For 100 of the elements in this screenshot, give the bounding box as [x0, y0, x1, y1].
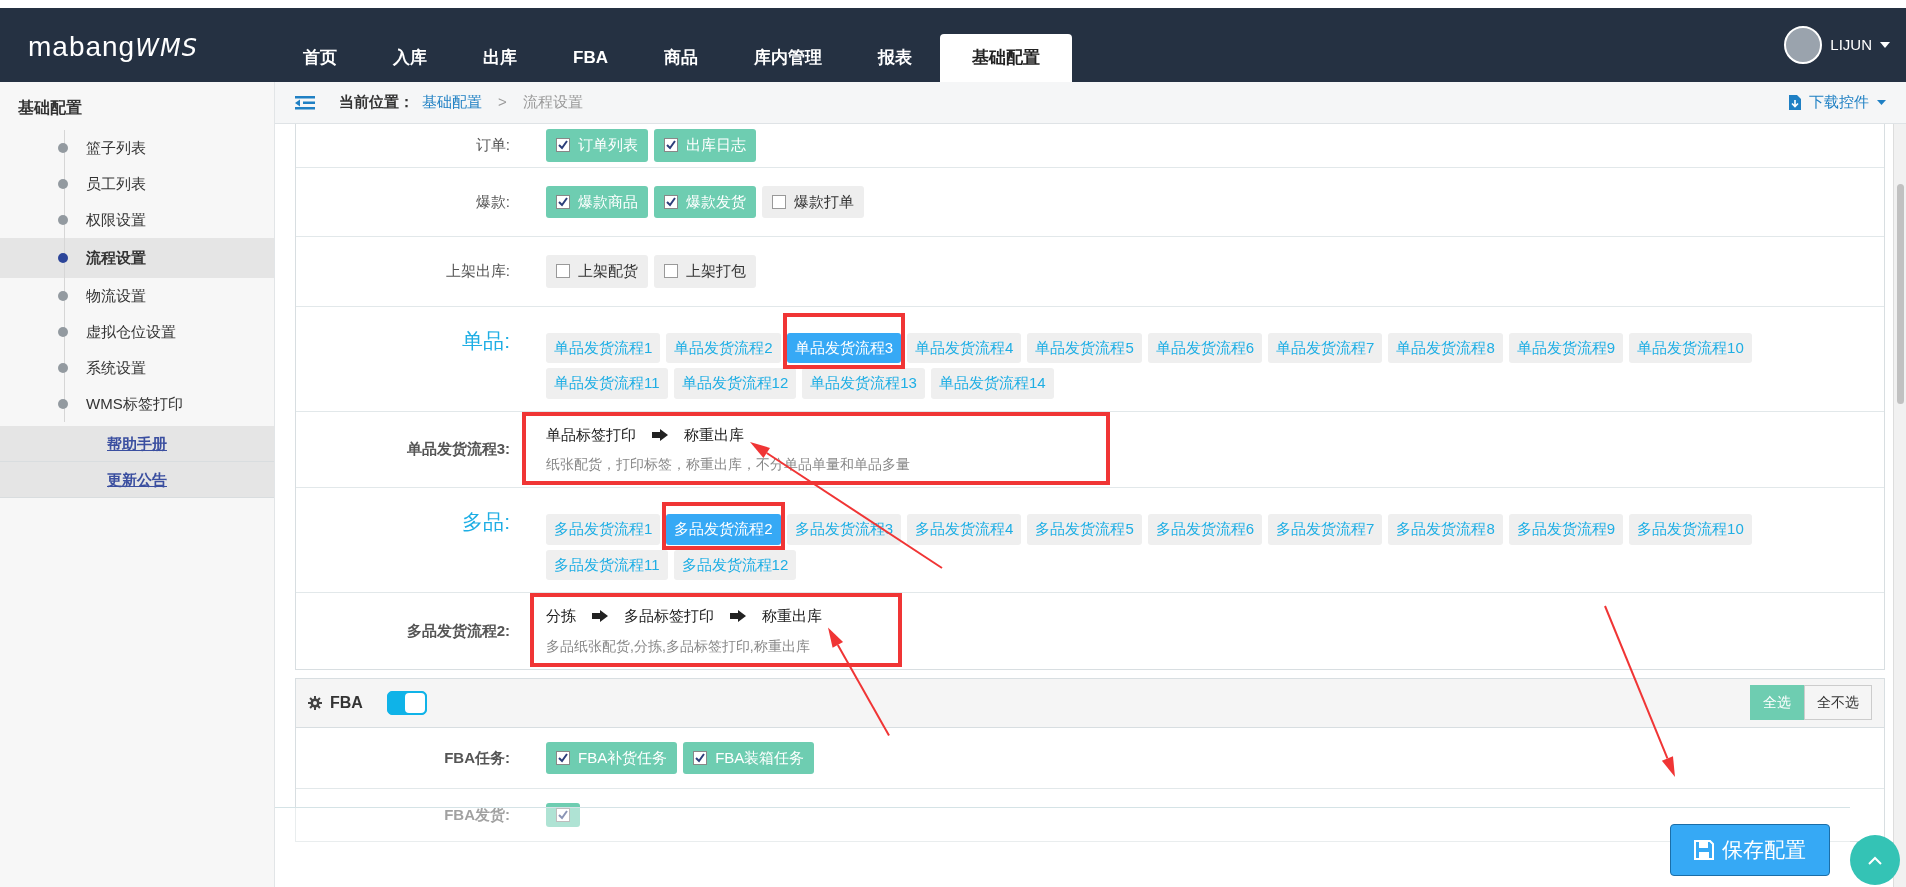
flow-option[interactable]: 多品发货流程1 — [546, 514, 661, 545]
breadcrumb-link[interactable]: 基础配置 — [422, 91, 482, 114]
chevron-up-icon — [1868, 855, 1882, 865]
flow-option[interactable]: 多品发货流程7 — [1268, 514, 1383, 545]
flow-step: 分拣 — [546, 605, 576, 628]
flow-option[interactable]: 多品发货流程12 — [673, 549, 797, 580]
checkbox[interactable] — [772, 194, 786, 209]
flow-label: 多品发货流程2: — [405, 620, 511, 641]
checkbox[interactable] — [556, 750, 570, 765]
flow-step: 多品标签打印 — [624, 605, 714, 628]
nav-tab[interactable]: 首页 — [275, 34, 365, 82]
breadcrumb-current: 流程设置 — [522, 92, 583, 113]
flow-option[interactable]: 单品发货流程8 — [1388, 332, 1503, 363]
checkbox-option[interactable]: 出库日志 — [654, 129, 756, 162]
arrow-right-icon — [652, 428, 668, 441]
flow-description: 多品纸张配货,分拣,多品标签打印,称重出库 — [546, 636, 811, 656]
select-button[interactable]: 全选 — [1750, 685, 1804, 720]
arrow-right-icon — [592, 610, 608, 623]
flow-label: 单品发货流程3: — [405, 439, 511, 459]
sidebar-item[interactable]: 系统设置 — [0, 350, 274, 386]
flow-option[interactable]: 单品发货流程3 — [786, 332, 902, 363]
section-label: 单品: — [461, 327, 511, 354]
breadcrumb-label: 当前位置： — [339, 92, 414, 113]
section-label: 多品: — [461, 509, 511, 535]
checkbox[interactable] — [556, 194, 570, 209]
checkbox-option[interactable]: 上架配货 — [546, 255, 648, 288]
panel-title: FBA — [330, 692, 363, 713]
sidebar-item[interactable]: 虚拟仓位设置 — [0, 314, 274, 350]
gear-icon — [308, 695, 322, 710]
checkbox[interactable] — [664, 194, 678, 209]
flow-option[interactable]: 多品发货流程11 — [546, 549, 668, 580]
sidebar-item[interactable]: 物流设置 — [0, 278, 274, 314]
avatar — [1784, 26, 1823, 64]
sidebar-item[interactable]: 员工列表 — [0, 166, 274, 202]
nav-tab[interactable]: 基础配置 — [939, 34, 1072, 82]
flow-option[interactable]: 单品发货流程13 — [802, 368, 925, 399]
back-to-top-button[interactable] — [1850, 835, 1900, 885]
nav-tab[interactable]: 出库 — [455, 34, 545, 82]
sidebar-title: 基础配置 — [17, 98, 83, 118]
nav-tab[interactable]: 报表 — [849, 34, 940, 82]
flow-option[interactable]: 单品发货流程11 — [546, 368, 668, 399]
checkbox[interactable] — [556, 808, 570, 822]
menu-collapse-icon — [295, 94, 315, 111]
flow-option[interactable]: 单品发货流程1 — [546, 332, 661, 363]
sidebar-link[interactable]: 更新公告 — [0, 462, 274, 498]
flow-option[interactable]: 单品发货流程9 — [1508, 332, 1624, 363]
checkbox-option[interactable] — [546, 803, 580, 827]
checkbox[interactable] — [664, 264, 678, 279]
download-link[interactable]: 下载控件 — [1809, 91, 1869, 114]
scrollbar[interactable] — [1893, 124, 1906, 887]
setting-label: FBA发货: — [443, 804, 511, 825]
checkbox[interactable] — [693, 750, 708, 765]
sidebar-item[interactable]: WMS标签打印 — [0, 386, 274, 422]
checkbox-option[interactable]: 上架打包 — [654, 255, 756, 288]
flow-step: 单品标签打印 — [546, 423, 636, 446]
flow-option[interactable]: 多品发货流程2 — [666, 514, 781, 545]
flow-option[interactable]: 多品发货流程9 — [1508, 514, 1624, 545]
setting-label: 上架出库: — [444, 261, 511, 281]
nav-tab[interactable]: FBA — [545, 34, 636, 82]
checkbox-option[interactable]: FBA装箱任务 — [683, 741, 815, 774]
checkbox[interactable] — [556, 264, 570, 279]
checkbox[interactable] — [556, 138, 570, 153]
flow-step: 称重出库 — [762, 605, 822, 628]
arrow-right-icon — [730, 610, 746, 623]
flow-option[interactable]: 单品发货流程6 — [1147, 332, 1263, 363]
flow-option[interactable]: 多品发货流程10 — [1629, 514, 1752, 545]
user-name[interactable]: LIJUN — [1830, 33, 1872, 57]
flow-option[interactable]: 单品发货流程10 — [1629, 332, 1752, 363]
setting-label: FBA任务: — [443, 747, 511, 768]
select-button[interactable]: 全不选 — [1804, 685, 1872, 720]
flow-option[interactable]: 单品发货流程2 — [666, 332, 781, 363]
nav-tab[interactable]: 入库 — [365, 34, 455, 82]
checkbox[interactable] — [664, 138, 678, 153]
save-button[interactable]: 保存配置 — [1670, 824, 1830, 876]
sidebar-item[interactable]: 篮子列表 — [0, 130, 274, 166]
setting-label: 订单: — [474, 135, 511, 155]
checkbox-option[interactable]: FBA补货任务 — [546, 741, 678, 774]
flow-option[interactable]: 单品发货流程14 — [930, 368, 1054, 399]
toggle-switch[interactable] — [386, 690, 427, 715]
caret-icon — [1880, 42, 1890, 48]
checkbox-option[interactable]: 订单列表 — [546, 129, 648, 162]
checkbox-option[interactable]: 爆款发货 — [654, 185, 756, 218]
flow-option[interactable]: 单品发货流程7 — [1268, 332, 1383, 363]
sidebar-link[interactable]: 帮助手册 — [0, 426, 274, 462]
flow-option[interactable]: 单品发货流程4 — [907, 332, 1022, 363]
sidebar-item[interactable]: 流程设置 — [0, 238, 274, 278]
checkbox-option[interactable]: 爆款商品 — [546, 185, 648, 218]
flow-option[interactable]: 多品发货流程6 — [1147, 514, 1263, 545]
flow-step: 称重出库 — [684, 423, 744, 446]
flow-option[interactable]: 单品发货流程5 — [1027, 332, 1142, 363]
nav-tab[interactable]: 库内管理 — [725, 34, 850, 82]
breadcrumb-separator: > — [498, 92, 507, 113]
flow-option[interactable]: 多品发货流程5 — [1027, 514, 1142, 545]
flow-option[interactable]: 多品发货流程4 — [907, 514, 1022, 545]
caret-icon — [1877, 100, 1886, 105]
setting-label: 爆款: — [474, 191, 511, 212]
nav-tab[interactable]: 商品 — [635, 34, 726, 82]
flow-option[interactable]: 多品发货流程8 — [1388, 514, 1503, 545]
logo: mabangWMS — [27, 30, 199, 64]
flow-option[interactable]: 单品发货流程12 — [673, 368, 797, 399]
